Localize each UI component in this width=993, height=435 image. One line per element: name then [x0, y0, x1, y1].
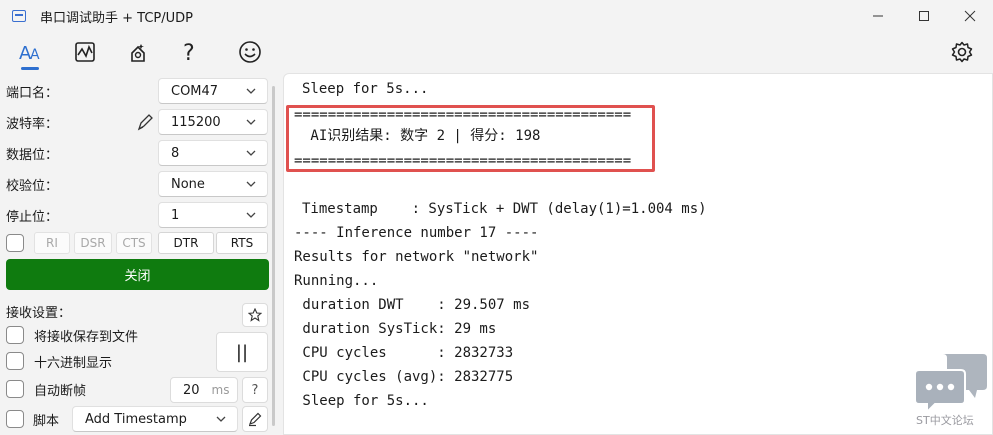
chevron-down-icon: [246, 181, 256, 187]
svg-text:A: A: [30, 47, 40, 63]
databits-value: 8: [171, 145, 180, 161]
pen-icon: [137, 114, 153, 131]
parity-select[interactable]: None: [158, 171, 268, 197]
terminal-line: Sleep for 5s...: [302, 81, 429, 97]
hex-display-checkbox[interactable]: [6, 352, 24, 370]
baud-label: 波特率：: [6, 116, 59, 132]
terminal-line: ---- Inference number 17 ----: [294, 225, 539, 241]
baud-row: 波特率：: [6, 109, 58, 135]
port-value: COM47: [171, 83, 219, 99]
terminal-line: Sleep for 5s...: [294, 393, 429, 409]
app-icon: [12, 10, 26, 22]
chevron-down-icon: [216, 416, 226, 422]
baud-value: 115200: [171, 114, 221, 130]
maximize-icon: [919, 11, 929, 21]
frame-help-button[interactable]: ?: [242, 377, 268, 403]
terminal-line: Results for network "network": [294, 249, 539, 265]
font-tool-button[interactable]: A A: [12, 34, 48, 70]
chevron-down-icon: [246, 150, 256, 156]
auto-frame-row: 自动断帧: [6, 376, 86, 402]
frame-ms-input[interactable]: 20 ms: [170, 377, 238, 403]
terminal-line: CPU cycles : 2832733: [294, 345, 514, 361]
parity-row: 校验位：: [6, 171, 58, 197]
chart-icon: [75, 42, 95, 62]
port-row: 端口名：: [6, 78, 58, 104]
favorite-button[interactable]: [242, 303, 268, 327]
receive-title-row: 接收设置：: [6, 298, 71, 324]
chevron-down-icon: [246, 119, 256, 125]
terminal-line: duration DWT : 29.507 ms: [294, 297, 531, 313]
save-to-file-label: 将接收保存到文件: [34, 329, 139, 345]
databits-label: 数据位：: [6, 147, 59, 163]
databits-select[interactable]: 8: [158, 140, 268, 166]
emoji-tool-button[interactable]: [232, 34, 268, 70]
serial-settings-panel: 端口名： COM47 波特率： 115200 数据位： 8 校验位： None …: [0, 72, 276, 435]
window-controls: [855, 0, 993, 32]
minimize-button[interactable]: [855, 0, 901, 32]
terminal-line: CPU cycles (avg): 2832775: [294, 369, 514, 385]
close-icon: [964, 10, 976, 22]
chart-tool-button[interactable]: [67, 34, 103, 70]
highlight-annotation-box: [286, 105, 655, 172]
pin-ri: RI: [34, 232, 70, 254]
port-select[interactable]: COM47: [158, 78, 268, 104]
title-bar: 串口调试助手 + TCP/UDP: [0, 0, 993, 32]
toolbar: A A ?: [0, 32, 993, 72]
font-icon: A A: [19, 43, 40, 63]
script-checkbox[interactable]: [6, 410, 24, 428]
hex-display-row: 十六进制显示: [6, 348, 112, 374]
baud-select[interactable]: 115200: [158, 109, 268, 135]
panel-splitter[interactable]: [272, 86, 275, 426]
save-to-file-row: 将接收保存到文件: [6, 322, 138, 348]
window-title: 串口调试助手 + TCP/UDP: [40, 10, 193, 26]
maximize-button[interactable]: [901, 0, 947, 32]
script-row: 脚本: [6, 406, 59, 432]
settings-button[interactable]: [944, 34, 980, 70]
parity-value: None: [171, 176, 205, 192]
close-button[interactable]: [947, 0, 993, 32]
pause-button[interactable]: ||: [216, 332, 268, 372]
databits-row: 数据位：: [6, 140, 58, 166]
stopbits-row: 停止位：: [6, 202, 58, 228]
save-to-file-checkbox[interactable]: [6, 326, 24, 344]
frame-ms-value: 20: [183, 382, 200, 398]
pen-icon: [248, 412, 262, 427]
script-value: Add Timestamp: [85, 411, 187, 427]
forum-watermark-text: ST中文论坛: [916, 414, 974, 427]
stopbits-label: 停止位：: [6, 209, 59, 225]
stopbits-select[interactable]: 1: [158, 202, 268, 228]
star-icon: [248, 308, 262, 322]
chevron-down-icon: [246, 212, 256, 218]
pin-dsr: DSR: [74, 232, 112, 254]
auto-frame-checkbox[interactable]: [6, 380, 24, 398]
close-port-button[interactable]: 关闭: [6, 259, 269, 290]
receive-settings-title: 接收设置：: [6, 305, 72, 321]
script-label: 脚本: [33, 413, 60, 429]
chevron-down-icon: [246, 88, 256, 94]
help-icon: ?: [183, 41, 195, 64]
rts-button[interactable]: RTS: [216, 232, 268, 254]
parity-label: 校验位：: [6, 178, 59, 194]
smile-icon: [239, 41, 261, 63]
brush-tool-button[interactable]: [120, 34, 156, 70]
stopbits-value: 1: [171, 207, 180, 223]
terminal-line: Timestamp : SysTick + DWT (delay(1)=1.00…: [302, 201, 707, 217]
auto-frame-label: 自动断帧: [34, 383, 87, 399]
port-label: 端口名：: [6, 85, 59, 101]
gear-icon: [951, 41, 973, 63]
minimize-icon: [873, 15, 883, 17]
terminal-line: duration SysTick: 29 ms: [294, 321, 497, 337]
flow-control-checkbox[interactable]: [6, 234, 24, 252]
dtr-button[interactable]: DTR: [158, 232, 214, 254]
script-edit-button[interactable]: [242, 406, 268, 432]
svg-text:?: ?: [183, 41, 195, 64]
settings-brush-icon: [131, 44, 145, 62]
frame-ms-unit: ms: [211, 383, 230, 397]
help-tool-button[interactable]: ?: [172, 34, 208, 70]
hex-display-label: 十六进制显示: [34, 355, 113, 371]
baud-edit-button[interactable]: [136, 112, 154, 132]
script-select[interactable]: Add Timestamp: [72, 406, 238, 432]
terminal-line: Running...: [294, 273, 379, 289]
pin-cts: CTS: [116, 232, 152, 254]
